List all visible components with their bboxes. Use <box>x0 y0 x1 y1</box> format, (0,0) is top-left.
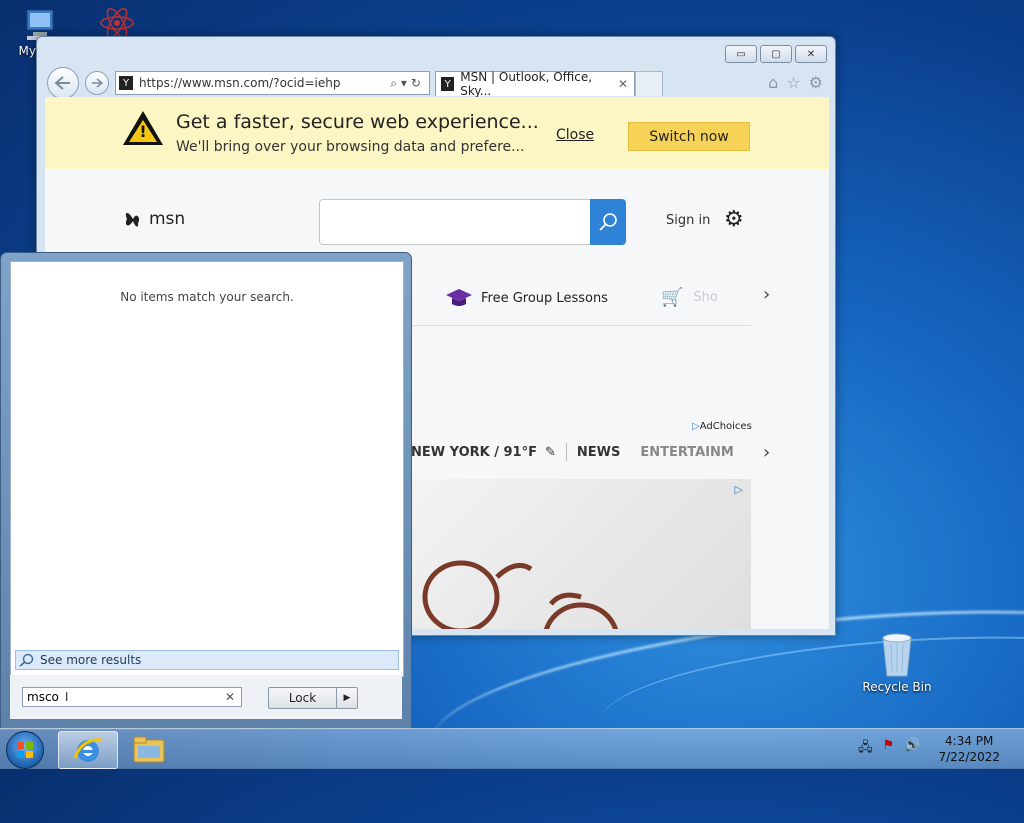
chevron-right-icon[interactable]: › <box>763 284 770 305</box>
see-more-results-link[interactable]: See more results <box>15 650 399 670</box>
windows-logo-icon <box>17 742 33 758</box>
start-search-area: msco I ✕ Lock ▶ <box>10 675 402 719</box>
msn-logo[interactable]: msn <box>123 207 185 231</box>
clear-search-icon[interactable]: ✕ <box>225 690 235 704</box>
clock[interactable]: 4:34 PM 7/22/2022 <box>938 733 1000 765</box>
text-cursor: I <box>64 690 69 704</box>
back-button[interactable] <box>47 67 79 99</box>
separator <box>565 443 567 461</box>
new-tab-button[interactable] <box>635 71 663 96</box>
folder-icon <box>133 736 165 763</box>
msn-favicon: Y <box>119 76 133 90</box>
address-bar[interactable]: Y https://www.msn.com/?ocid=iehp ⌕▾↻ <box>115 71 430 95</box>
nav-news[interactable]: NEWS <box>577 445 620 460</box>
atom-icon <box>97 8 137 38</box>
forward-arrow-icon <box>92 78 103 88</box>
msn-logo-text: msn <box>149 209 186 229</box>
shopping-cart-icon: 🛒 <box>661 287 684 308</box>
start-menu: No items match your search. See more res… <box>0 252 412 730</box>
lock-button[interactable]: Lock ▶ <box>268 687 358 709</box>
settings-gear-icon[interactable]: ⚙ <box>809 73 823 92</box>
address-text: https://www.msn.com/?ocid=iehp <box>139 76 341 90</box>
banner-close-link[interactable]: Close <box>556 127 594 143</box>
address-controls[interactable]: ⌕▾↻ <box>390 76 425 91</box>
home-icon[interactable]: ⌂ <box>768 73 778 92</box>
start-search-input[interactable]: msco I ✕ <box>22 687 242 707</box>
navigation-bar: Y https://www.msn.com/?ocid=iehp ⌕▾↻ Y M… <box>45 67 829 99</box>
tab-close-icon[interactable]: ✕ <box>618 77 628 91</box>
search-icon <box>19 653 34 667</box>
back-arrow-icon <box>55 76 70 90</box>
volume-icon[interactable]: 🔊 <box>904 738 920 760</box>
msn-butterfly-icon <box>125 212 140 227</box>
minimize-button[interactable]: ▭ <box>725 45 757 63</box>
browser-tools: ⌂ ☆ ⚙ <box>768 73 823 92</box>
feed-nav: NEW YORK / 91°F ✎ NEWS ENTERTAINM <box>411 443 734 461</box>
msn-favicon: Y <box>441 77 455 91</box>
see-more-label: See more results <box>40 653 142 667</box>
banner-subtitle: We'll bring over your browsing data and … <box>176 139 525 155</box>
start-results-pane: No items match your search. See more res… <box>10 261 404 677</box>
sign-in-link[interactable]: Sign in <box>666 213 710 228</box>
switch-now-button[interactable]: Switch now <box>628 122 750 151</box>
maximize-button[interactable]: ▢ <box>760 45 792 63</box>
pencil-icon[interactable]: ✎ <box>545 445 556 460</box>
network-icon[interactable]: 🖧 <box>858 738 873 760</box>
action-center-flag-icon[interactable]: ⚑ <box>883 738 895 760</box>
nav-entertainment[interactable]: ENTERTAINM <box>640 445 734 460</box>
ad-marker-icon: ▷ <box>734 483 743 496</box>
adchoices-link[interactable]: ▷AdChoices <box>692 421 752 432</box>
taskbar: 🖧 ⚑ 🔊 4:34 PM 7/22/2022 <box>0 728 1024 769</box>
chevron-right-icon[interactable]: › <box>763 442 770 463</box>
search-icon <box>599 213 617 231</box>
lock-options-arrow-icon[interactable]: ▶ <box>337 688 357 708</box>
msn-search-button[interactable] <box>590 199 626 245</box>
weather-link[interactable]: NEW YORK / 91°F <box>411 445 537 460</box>
graduation-cap-icon <box>446 289 472 306</box>
msn-search-input[interactable] <box>319 199 591 245</box>
clock-time: 4:34 PM <box>945 734 994 748</box>
lock-label[interactable]: Lock <box>269 688 337 708</box>
favorites-star-icon[interactable]: ☆ <box>786 73 800 92</box>
ad-image-glasses[interactable]: ▷ <box>411 479 751 629</box>
tab-title: MSN | Outlook, Office, Sky... <box>460 70 593 98</box>
close-window-button[interactable]: ✕ <box>795 45 827 63</box>
desktop-icon-recycle-bin[interactable]: Recycle Bin <box>860 630 934 694</box>
internet-explorer-icon <box>73 738 103 762</box>
tab-msn[interactable]: Y MSN | Outlook, Office, Sky... ✕ <box>435 70 635 98</box>
search-text: msco <box>27 690 59 704</box>
desktop-icon-label: Recycle Bin <box>862 680 932 694</box>
warning-icon-mark: ! <box>139 122 147 141</box>
upgrade-banner: ! Get a faster, secure web experience...… <box>45 97 829 169</box>
glasses-illustration <box>422 560 619 629</box>
taskbar-file-explorer[interactable] <box>120 731 178 767</box>
banner-title: Get a faster, secure web experience... <box>176 111 539 133</box>
divider <box>411 325 751 326</box>
no-results-message: No items match your search. <box>120 290 294 304</box>
quicklink-shopping[interactable]: 🛒 Sho <box>661 287 718 308</box>
tray-icons: 🖧 ⚑ 🔊 <box>858 738 920 760</box>
quicklink-label: Sho <box>693 290 718 305</box>
adchoices-icon: ▷ <box>692 421 700 432</box>
recycle-bin-icon <box>877 630 917 678</box>
quicklink-free-group-lessons[interactable]: Free Group Lessons <box>445 287 608 309</box>
start-button[interactable] <box>6 731 44 769</box>
msn-settings-gear-icon[interactable]: ⚙ <box>724 207 744 232</box>
forward-button[interactable] <box>85 71 109 95</box>
taskbar-internet-explorer[interactable] <box>58 731 118 769</box>
clock-date: 7/22/2022 <box>938 750 1000 764</box>
window-controls: ▭ ▢ ✕ <box>725 45 827 63</box>
adchoices-label: AdChoices <box>699 421 752 432</box>
quicklink-label: Free Group Lessons <box>481 290 608 306</box>
system-tray: 🖧 ⚑ 🔊 4:34 PM 7/22/2022 <box>858 729 1024 769</box>
